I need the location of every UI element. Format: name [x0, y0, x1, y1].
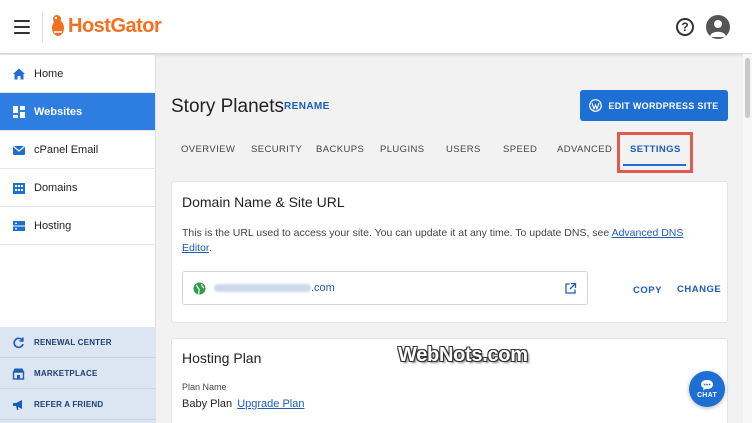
tab-plugins[interactable]: PLUGINS	[380, 144, 425, 155]
rename-button[interactable]: RENAME	[284, 101, 330, 112]
redacted-domain	[214, 284, 311, 292]
chat-icon	[701, 380, 713, 391]
external-link-icon[interactable]	[564, 282, 577, 295]
tab-speed[interactable]: SPEED	[503, 144, 537, 155]
scrollbar[interactable]	[743, 54, 752, 423]
tab-users[interactable]: USERS	[446, 144, 481, 155]
gator-logo-icon	[52, 15, 64, 36]
home-icon	[12, 67, 26, 81]
renewal-center-link[interactable]: RENEWAL CENTER	[0, 327, 156, 358]
settings-highlight-box	[617, 132, 693, 173]
sidebar: Home Websites cPanel Email Domains Hosti…	[0, 55, 156, 423]
sidebar-item-label: Hosting	[34, 219, 72, 232]
edit-wordpress-site-label: EDIT WORDPRESS SITE	[608, 100, 719, 111]
sidebar-item-websites[interactable]: Websites	[0, 93, 155, 131]
change-button[interactable]: CHANGE	[677, 284, 721, 295]
help-icon[interactable]: ?	[676, 18, 694, 36]
edit-wordpress-site-button[interactable]: EDIT WORDPRESS SITE	[580, 90, 728, 121]
description-period: .	[208, 242, 212, 254]
sidebar-item-domains[interactable]: Domains	[0, 169, 155, 207]
refresh-icon	[12, 336, 25, 349]
sidebar-item-hosting[interactable]: Hosting	[0, 207, 155, 245]
domain-card: Domain Name & Site URL This is the URL u…	[171, 181, 728, 323]
upgrade-plan-link[interactable]: Upgrade Plan	[237, 398, 304, 410]
mail-icon	[12, 143, 26, 157]
plan-name-label: Plan Name	[182, 382, 227, 392]
menu-icon[interactable]	[14, 20, 30, 34]
sidebar-item-label: cPanel Email	[34, 143, 99, 156]
building-icon	[12, 181, 26, 195]
sidebar-item-cpanel-email[interactable]: cPanel Email	[0, 131, 155, 169]
server-icon	[12, 219, 26, 233]
tab-backups[interactable]: BACKUPS	[316, 144, 364, 155]
renewal-center-label: RENEWAL CENTER	[34, 337, 112, 347]
description-text: This is the URL used to access your site…	[182, 227, 612, 239]
chat-label: CHAT	[696, 392, 718, 399]
top-bar: HostGator ?	[0, 0, 752, 54]
copy-button[interactable]: COPY	[633, 285, 662, 296]
watermark: WebNots.com	[398, 344, 528, 366]
avatar-icon[interactable]	[706, 15, 730, 39]
wordpress-icon	[589, 99, 603, 112]
divider	[42, 12, 43, 42]
refer-a-friend-label: REFER A FRIEND	[34, 399, 104, 409]
sidebar-item-label: Home	[34, 67, 64, 80]
sidebar-item-label: Domains	[34, 181, 78, 194]
domain-card-title: Domain Name & Site URL	[182, 194, 345, 210]
tab-advanced[interactable]: ADVANCED	[557, 144, 612, 155]
store-icon	[12, 367, 25, 380]
tab-security[interactable]: SECURITY	[251, 144, 302, 155]
sidebar-item-home[interactable]: Home	[0, 55, 155, 93]
plan-name-value: Baby Plan Upgrade Plan	[182, 398, 305, 410]
page-title: Story Planets	[171, 96, 284, 117]
domain-card-description: This is the URL used to access your site…	[182, 226, 712, 256]
site-url-field[interactable]: .com	[182, 271, 588, 305]
globe-icon	[193, 282, 206, 295]
sidebar-bottom-panel: RENEWAL CENTER MARKETPLACE REFER A FRIEN…	[0, 327, 156, 423]
logo-text: HostGator	[68, 14, 162, 37]
marketplace-link[interactable]: MARKETPLACE	[0, 358, 156, 389]
plan-value-text: Baby Plan	[182, 398, 233, 410]
refer-a-friend-link[interactable]: REFER A FRIEND	[0, 389, 156, 420]
scroll-thumb[interactable]	[745, 58, 750, 118]
url-suffix: .com	[311, 282, 335, 294]
logo[interactable]: HostGator	[50, 14, 162, 38]
sidebar-item-label: Websites	[34, 105, 83, 118]
marketplace-label: MARKETPLACE	[34, 368, 98, 378]
tab-overview[interactable]: OVERVIEW	[181, 144, 235, 155]
megaphone-icon	[12, 398, 25, 411]
grid-icon	[12, 105, 26, 119]
hosting-plan-title: Hosting Plan	[182, 350, 262, 366]
chat-button[interactable]: CHAT	[689, 371, 725, 407]
